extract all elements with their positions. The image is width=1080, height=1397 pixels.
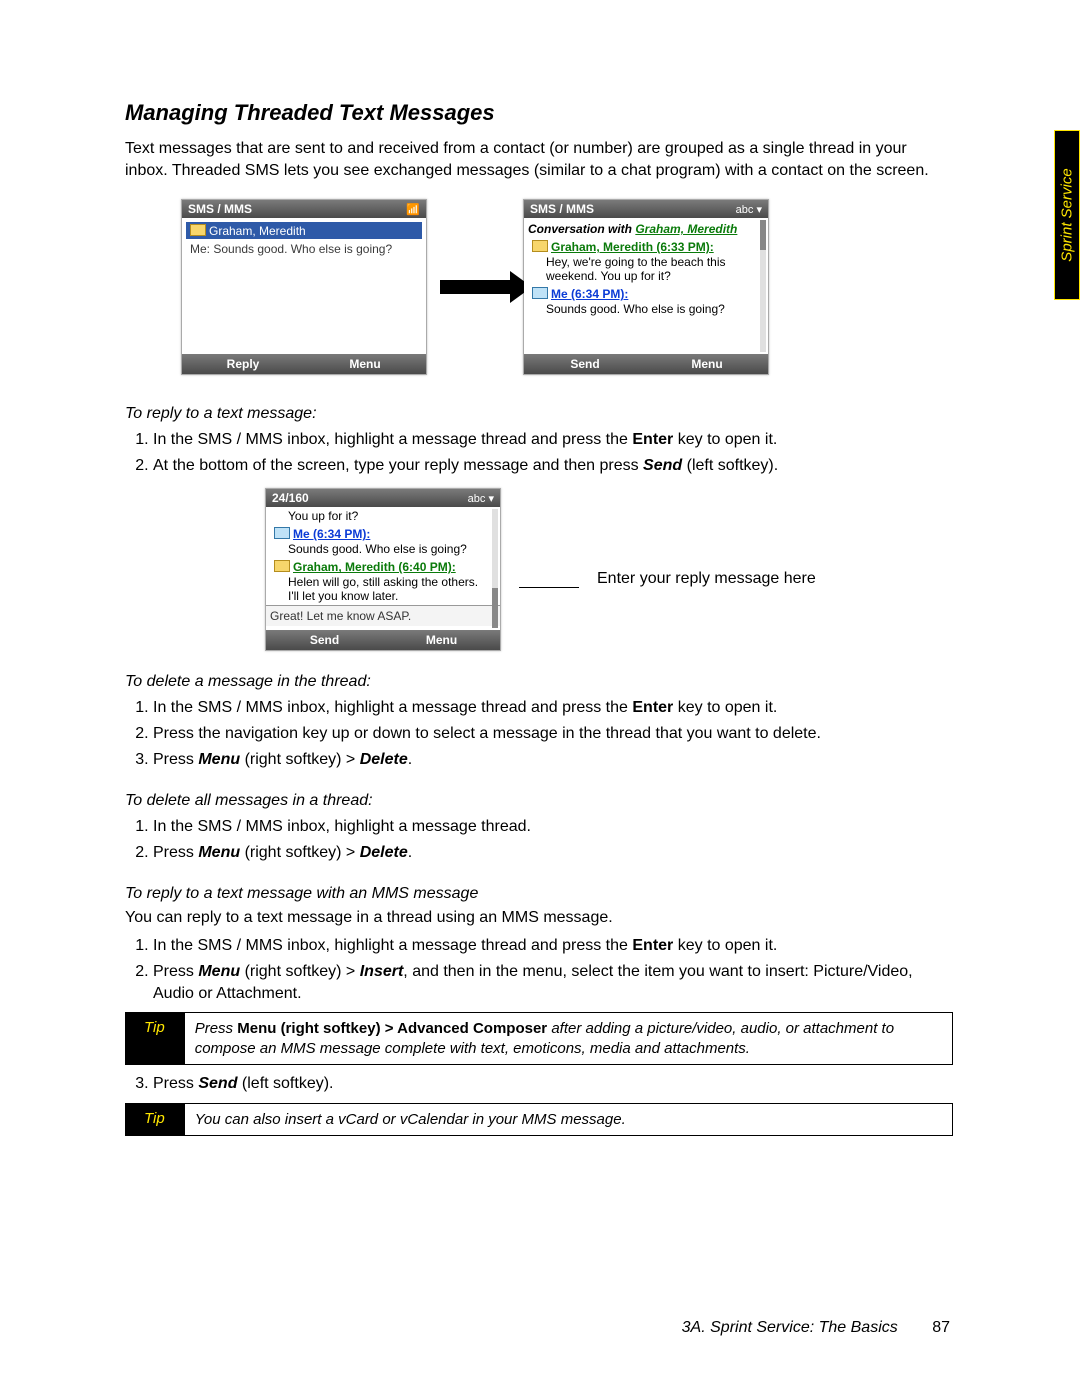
step: In the SMS / MMS inbox, highlight a mess… [153,697,953,719]
msg-body: You up for it? [270,509,496,525]
msg-sender[interactable]: Me (6:34 PM): [293,527,370,541]
msg-sender[interactable]: Graham, Meredith (6:40 PM): [293,560,456,574]
softkey-send[interactable]: Send [266,630,383,650]
subhead-reply: To reply to a text message: [125,405,953,423]
step: In the SMS / MMS inbox, highlight a mess… [153,935,953,957]
tip-label: Tip [126,1013,185,1064]
thread-contact: Graham, Meredith [209,224,306,238]
msg-body: Sounds good. Who else is going? [528,302,764,318]
char-counter: 24/160 [272,491,309,505]
step: Press Menu (right softkey) > Delete. [153,842,953,864]
softkey-menu[interactable]: Menu [383,630,500,650]
subhead-delete-one: To delete a message in the thread: [125,673,953,691]
outgoing-icon [274,527,290,539]
envelope-icon [532,240,548,252]
callout-caption: Enter your reply message here [597,569,816,590]
callout-line [519,587,579,588]
step: Press Send (left softkey). [153,1073,953,1095]
battery-icon: 📶 [406,203,420,216]
conv-prefix: Conversation with [528,222,635,236]
step: In the SMS / MMS inbox, highlight a mess… [153,816,953,838]
arrow-block [427,280,523,294]
msg-body: Sounds good. Who else is going? [270,542,496,558]
side-tab-label: Sprint Service [1059,168,1076,261]
scrollbar[interactable] [760,220,766,352]
reply-figure: 24/160 abc ▾ You up for it? Me (6:34 PM)… [265,488,953,651]
section-title: Managing Threaded Text Messages [125,100,953,126]
phone-conversation: SMS / MMS abc ▾ Conversation with Graham… [523,199,769,375]
tip-body: You can also insert a vCard or vCalendar… [185,1104,952,1136]
step: In the SMS / MMS inbox, highlight a mess… [153,429,953,451]
phone-reply: 24/160 abc ▾ You up for it? Me (6:34 PM)… [265,488,501,651]
softkey-reply[interactable]: Reply [182,354,304,374]
section-intro: Text messages that are sent to and recei… [125,138,953,181]
msg-body: Hey, we're going to the beach this weeke… [528,255,764,285]
softkey-menu[interactable]: Menu [646,354,768,374]
conv-contact-link[interactable]: Graham, Meredith [635,222,737,236]
step: Press Menu (right softkey) > Delete. [153,749,953,771]
msg-sender[interactable]: Me (6:34 PM): [551,287,628,301]
step: Press the navigation key up or down to s… [153,723,953,745]
thread-preview: Me: Sounds good. Who else is going? [186,241,422,257]
tip-body: Press Menu (right softkey) > Advanced Co… [185,1013,952,1064]
msg-body: Helen will go, still asking the others. … [270,575,496,605]
tip-box: Tip Press Menu (right softkey) > Advance… [125,1012,953,1065]
input-mode-icon: abc ▾ [468,492,494,505]
softkey-menu[interactable]: Menu [304,354,426,374]
subhead-mms-reply: To reply to a text message with an MMS m… [125,885,953,903]
scrollbar[interactable] [492,509,498,628]
input-mode-icon: abc ▾ [736,203,762,216]
subhead-delete-all: To delete all messages in a thread: [125,792,953,810]
side-tab-sprint-service: Sprint Service [1054,130,1080,300]
softkey-send[interactable]: Send [524,354,646,374]
step: Press Menu (right softkey) > Insert, and… [153,961,953,1004]
reply-input[interactable]: Great! Let me know ASAP. [266,605,500,626]
tip-label: Tip [126,1104,185,1136]
conversation-title: Conversation with Graham, Meredith [528,220,764,238]
tip-box: Tip You can also insert a vCard or vCale… [125,1103,953,1137]
thread-row-selected[interactable]: Graham, Meredith [186,222,422,239]
envelope-icon [274,560,290,572]
phone-title: SMS / MMS [188,202,252,216]
outgoing-icon [532,287,548,299]
msg-sender[interactable]: Graham, Meredith (6:33 PM): [551,240,714,254]
phone-title: SMS / MMS [530,202,594,216]
step: At the bottom of the screen, type your r… [153,455,953,477]
screens-row: SMS / MMS 📶 Graham, Meredith Me: Sounds … [181,199,953,375]
arrow-icon [440,280,510,294]
footer-chapter: 3A. Sprint Service: The Basics [682,1319,898,1336]
phone-inbox: SMS / MMS 📶 Graham, Meredith Me: Sounds … [181,199,427,375]
mms-intro: You can reply to a text message in a thr… [125,909,953,927]
footer-page-number: 87 [932,1319,950,1336]
envelope-icon [190,224,206,236]
page-footer: 3A. Sprint Service: The Basics 87 [682,1319,950,1337]
